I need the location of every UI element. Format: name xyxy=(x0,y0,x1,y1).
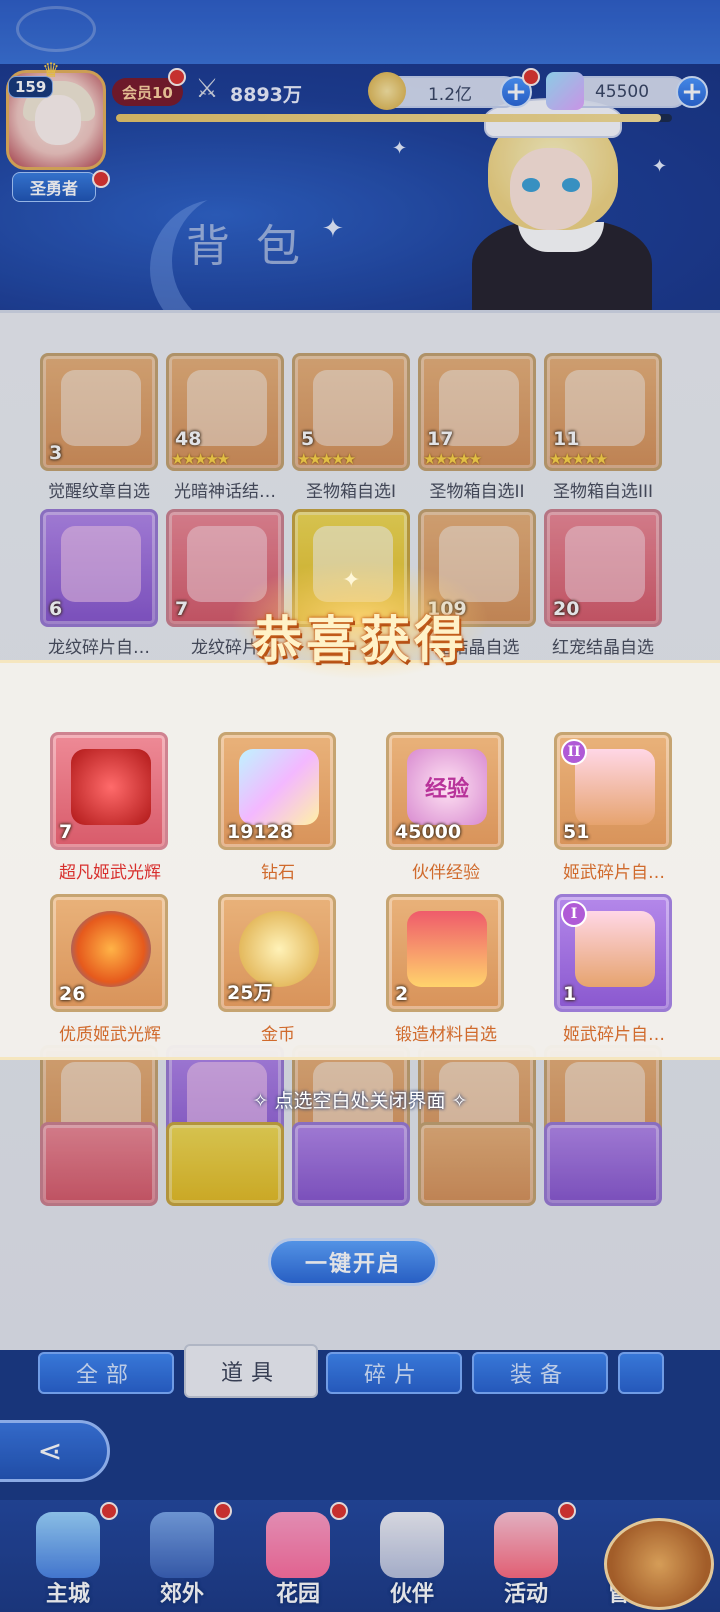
red-gem-icon xyxy=(71,749,151,825)
fragment-chest-icon xyxy=(575,749,655,825)
tier-badge: I xyxy=(561,901,587,927)
diamond-icon xyxy=(239,749,319,825)
exp-heart-icon: 经验 xyxy=(407,749,487,825)
reward-item[interactable]: I 1 姬武碎片自… xyxy=(554,894,674,1045)
reward-name: 金币 xyxy=(261,1025,295,1045)
close-hint: ✧ 点选空白处关闭界面 ✧ xyxy=(252,1090,468,1112)
reward-item[interactable]: 7 超凡姬武光辉 xyxy=(50,732,170,883)
reward-tile: 7 xyxy=(50,732,168,850)
reward-tile: 2 xyxy=(386,894,504,1012)
reward-count: 2 xyxy=(395,983,409,1005)
fragment-chest-icon xyxy=(575,911,655,987)
reward-name: 钻石 xyxy=(261,863,295,883)
reward-count: 45000 xyxy=(395,821,462,843)
reward-count: 1 xyxy=(563,983,577,1005)
close-hint-text: 点选空白处关闭界面 xyxy=(274,1090,446,1112)
reward-tile: 25万 xyxy=(218,894,336,1012)
reward-tile: II 51 xyxy=(554,732,672,850)
reward-name: 姬武碎片自… xyxy=(563,1025,665,1045)
reward-count: 19128 xyxy=(227,821,294,843)
reward-title: 恭喜获得 xyxy=(252,610,468,669)
reward-item[interactable]: II 51 姬武碎片自… xyxy=(554,732,674,883)
reward-tile: 经验 45000 xyxy=(386,732,504,850)
reward-name: 优质姬武光辉 xyxy=(59,1025,161,1045)
reward-tile: 19128 xyxy=(218,732,336,850)
tier-badge: II xyxy=(561,739,587,765)
reward-name: 超凡姬武光辉 xyxy=(59,863,161,883)
reward-item[interactable]: 19128 钻石 xyxy=(218,732,338,883)
gold-coin-icon xyxy=(239,911,319,987)
reward-tile: I1 xyxy=(554,894,672,1012)
reward-item[interactable]: 经验 45000 伙伴经验 xyxy=(386,732,506,883)
reward-name: 锻造材料自选 xyxy=(395,1025,497,1045)
reward-name: 伙伴经验 xyxy=(412,863,480,883)
reward-count: 7 xyxy=(59,821,73,843)
reward-name: 姬武碎片自… xyxy=(563,863,665,883)
reward-item[interactable]: 26 优质姬武光辉 xyxy=(50,894,170,1045)
reward-count: 25万 xyxy=(227,982,273,1004)
reward-item[interactable]: 25万金币 xyxy=(218,894,338,1045)
reward-item[interactable]: 2 锻造材料自选 xyxy=(386,894,506,1045)
orange-gem-icon xyxy=(71,911,151,987)
reward-tile: 26 xyxy=(50,894,168,1012)
reward-count: 51 xyxy=(563,821,590,843)
forge-chest-icon xyxy=(407,911,487,987)
sparkle-icon: ✦ xyxy=(342,568,361,593)
reward-count: 26 xyxy=(59,983,86,1005)
